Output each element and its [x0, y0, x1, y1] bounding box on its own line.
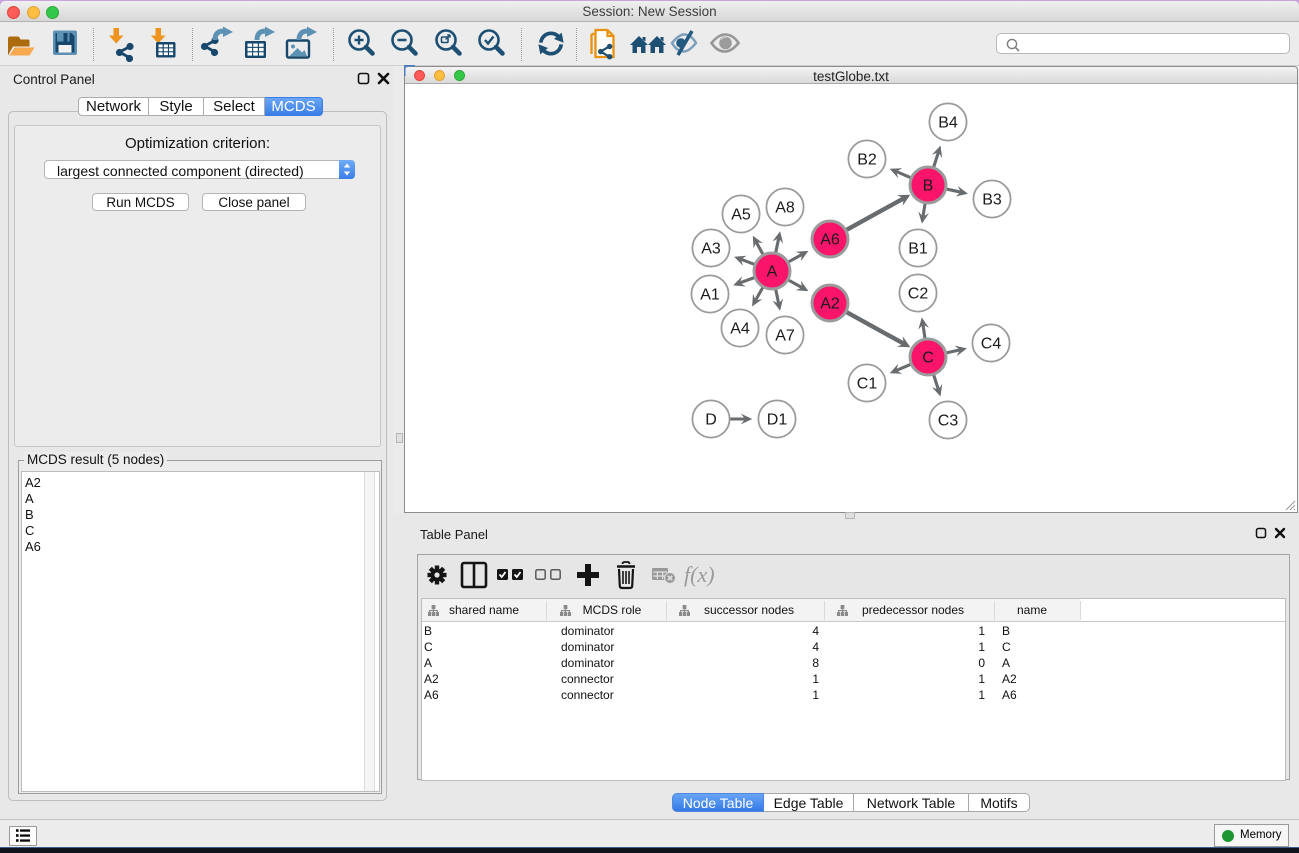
svg-text:C2: C2: [908, 286, 929, 303]
svg-text:A6: A6: [820, 232, 840, 249]
svg-text:C3: C3: [938, 413, 959, 430]
svg-text:A8: A8: [775, 200, 795, 217]
svg-text:f(x): f(x): [684, 562, 715, 587]
svg-text:B1: B1: [908, 241, 928, 258]
svg-text:A: A: [767, 264, 778, 281]
svg-text:A3: A3: [701, 241, 721, 258]
svg-text:B: B: [923, 178, 934, 195]
svg-text:B2: B2: [857, 152, 877, 169]
svg-text:D1: D1: [767, 412, 788, 429]
svg-text:A5: A5: [731, 207, 751, 224]
svg-text:C1: C1: [857, 376, 878, 393]
svg-text:D: D: [705, 412, 717, 429]
svg-text:A2: A2: [820, 296, 840, 313]
svg-text:C4: C4: [981, 336, 1002, 353]
svg-text:C: C: [922, 350, 934, 367]
svg-text:B4: B4: [938, 115, 958, 132]
svg-text:A1: A1: [700, 287, 720, 304]
svg-text:B3: B3: [982, 192, 1002, 209]
svg-text:A4: A4: [730, 321, 750, 338]
svg-text:A7: A7: [775, 328, 795, 345]
